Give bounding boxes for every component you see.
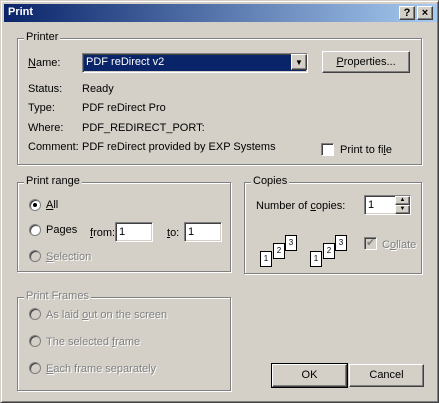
copies-down-button[interactable]: ▼ [395,205,410,214]
status-value: Ready [82,83,114,95]
page-icon: 2 [323,243,335,259]
from-input[interactable]: 1 [115,222,153,242]
pages-radio-label[interactable]: Pages [46,224,77,236]
copies-group-label: Copies [251,175,290,187]
where-value: PDF_REDIRECT_PORT: [82,122,205,134]
print-range-group-label: Print range [24,175,82,187]
printer-dropdown-button[interactable]: ▼ [291,54,307,70]
properties-button[interactable]: Properties... [322,51,410,73]
cancel-button[interactable]: Cancel [349,364,424,387]
copies-up-button[interactable]: ▲ [395,196,410,205]
printer-group-label: Printer [24,31,61,43]
all-radio-label[interactable]: All [46,199,58,211]
comment-value: PDF reDirect provided by EXP Systems [82,141,276,153]
frames-each-separately-label[interactable]: Each frame separately [46,363,156,375]
frames-selected-frame-radio[interactable] [29,335,41,347]
chevron-down-icon: ▼ [295,58,303,67]
copies-value: 1 [368,199,375,211]
collate-checkbox[interactable]: ✔ [364,237,377,250]
print-to-file-checkbox[interactable] [321,143,334,156]
radio-selected-dot [33,203,37,207]
frames-as-laid-out-label[interactable]: As laid out on the screen [46,309,167,321]
print-to-file-label[interactable]: Print to file [340,144,392,156]
from-label: from: [90,227,116,239]
page-icon: 3 [285,235,297,251]
selection-radio-label[interactable]: Selection [46,251,91,263]
all-radio[interactable] [29,199,41,211]
printer-name-select[interactable]: PDF reDirect v2 ▼ [82,53,308,73]
collate-label[interactable]: Collate [382,239,416,251]
printer-name-value: PDF reDirect v2 [86,56,165,68]
page-icon: 1 [310,251,322,267]
title-bar[interactable]: Print ? × [4,4,437,22]
to-label: to: [167,227,180,239]
comment-label: Comment: [28,141,79,153]
copies-spinner[interactable]: 1 ▲ ▼ [364,195,411,215]
printer-name-label: Name: [28,57,61,69]
checkmark-icon: ✔ [366,237,376,249]
page-icon: 3 [335,235,347,251]
frames-selected-frame-label[interactable]: The selected frame [46,336,140,348]
print-frames-group-label: Print Frames [24,290,91,302]
ok-button[interactable]: OK [271,363,348,388]
to-value: 1 [188,226,195,238]
page-icon: 2 [273,243,285,259]
frames-as-laid-out-radio[interactable] [29,308,41,320]
pages-radio[interactable] [29,224,41,236]
help-button[interactable]: ? [399,6,415,20]
page-icon: 1 [260,251,272,267]
to-input[interactable]: 1 [184,222,222,242]
frames-each-separately-radio[interactable] [29,362,41,374]
window-title: Print [8,6,34,18]
type-label: Type: [28,102,55,114]
type-value: PDF reDirect Pro [82,102,166,114]
chevron-down-icon: ▼ [399,206,406,212]
close-button[interactable]: × [417,6,433,20]
chevron-up-icon: ▲ [399,197,406,203]
where-label: Where: [28,122,64,134]
from-value: 1 [119,226,126,238]
selection-radio[interactable] [29,250,41,262]
number-of-copies-label: Number of copies: [256,200,346,212]
status-label: Status: [28,83,63,95]
print-dialog: Print ? × Printer Name: PDF reDirect v2 … [0,0,439,403]
